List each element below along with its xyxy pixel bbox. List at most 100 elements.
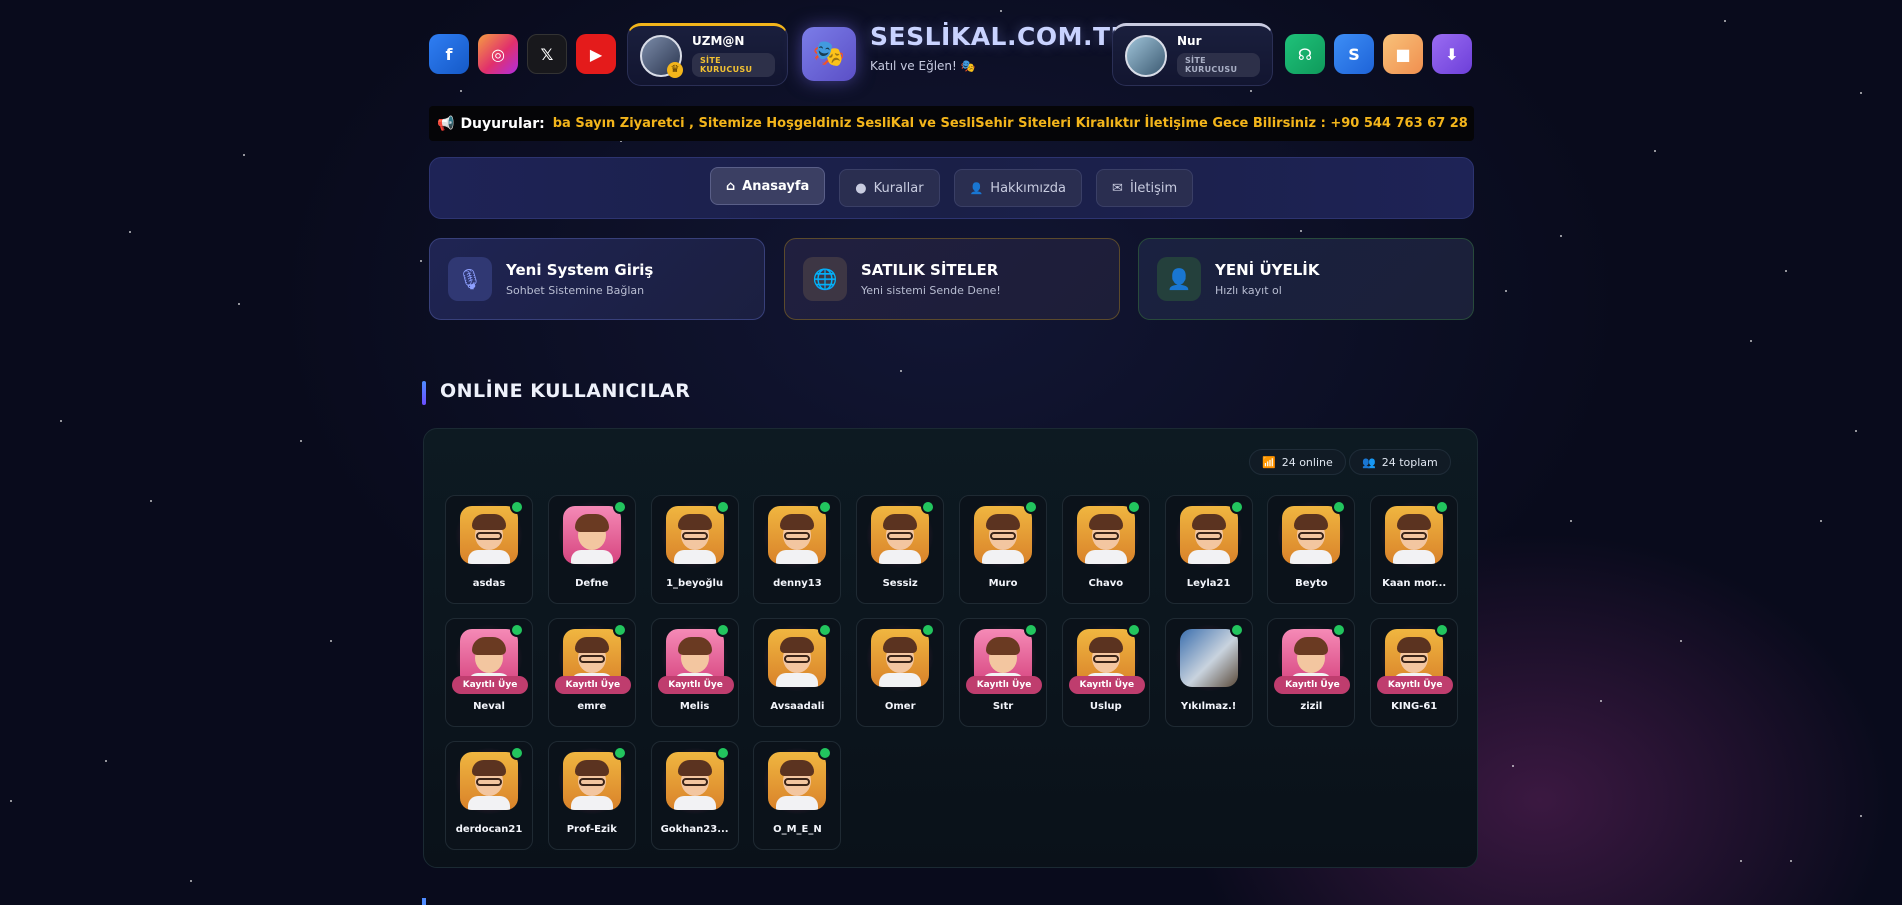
facebook-icon[interactable]: f — [429, 34, 469, 74]
role-badge: SİTE KURUCUSU — [692, 53, 775, 77]
username: derdocan21 — [455, 824, 523, 835]
online-status-dot — [1126, 500, 1141, 514]
tab-anasayfa[interactable]: ⌂ Anasayfa — [709, 167, 826, 205]
star — [60, 420, 62, 422]
headset-icon[interactable]: ☊ — [1285, 34, 1325, 74]
user-tile[interactable]: Yıkılmaz.! — [1164, 618, 1253, 727]
admin-card-nur[interactable]: Nur SİTE KURUCUSU — [1112, 23, 1273, 86]
user-tile[interactable]: Muro — [959, 495, 1047, 604]
card-title: YENİ ÜYELİK — [1215, 261, 1320, 279]
registered-badge: Kayıtlı Üye — [966, 676, 1042, 694]
username: Avsaadali — [770, 701, 825, 712]
user-icon: 👤 — [969, 181, 984, 195]
user-tile[interactable]: Kayıtlı Üye Sıtr — [959, 618, 1047, 727]
globe-icon: 🌐 — [803, 257, 847, 301]
tab-iletisim[interactable]: ✉ İletişim — [1096, 169, 1194, 207]
next-section-accent — [422, 898, 426, 905]
site-subtitle: Katıl ve Eğlen! 🎭 — [870, 59, 976, 73]
admin-name: UZM@N — [692, 34, 745, 48]
user-tile[interactable]: Kayıtlı Üye Uslup — [1061, 618, 1150, 727]
avatar: ♛ — [640, 34, 683, 78]
online-status-dot — [612, 500, 627, 514]
user-tile[interactable]: Gokhan23... — [650, 741, 739, 850]
card-new-membership[interactable]: 👤 YENİ ÜYELİK Hızlı kayıt ol — [1138, 238, 1474, 320]
microphone-icon: 🎙 — [448, 257, 492, 301]
total-count: 24 toplam — [1381, 455, 1438, 469]
tab-kurallar[interactable]: ● Kurallar — [839, 169, 940, 207]
main-nav: ⌂ Anasayfa ● Kurallar 👤 Hakkımızda ✉ İletişi… — [429, 157, 1474, 219]
avatar — [562, 506, 621, 564]
info-icon: ● — [855, 180, 867, 196]
user-tile[interactable]: Kayıtlı Üye KING-61 — [1370, 618, 1459, 727]
youtube-icon[interactable]: ▶ — [576, 34, 616, 74]
card-subtitle: Yeni sistemi Sende Dene! — [861, 284, 1001, 297]
online-status-dot — [715, 746, 730, 760]
signal-icon: 📶 — [1262, 455, 1276, 469]
avatar — [768, 506, 827, 564]
download-icon[interactable]: ⬇ — [1432, 34, 1472, 74]
star — [238, 303, 240, 305]
user-tile[interactable]: 1_beyoğlu — [650, 495, 739, 604]
online-status-dot — [1024, 500, 1038, 514]
announcement-bar: 📢 Duyurular: ba Sayın Ziyaretci , Sitemi… — [429, 106, 1474, 141]
user-tile[interactable]: Ömer — [856, 618, 945, 727]
user-tile[interactable]: Kayıtlı Üye Melis — [650, 618, 739, 727]
avatar-wrapper — [659, 500, 730, 568]
online-status-dot — [1024, 623, 1038, 637]
registered-badge: Kayıtlı Üye — [1068, 676, 1145, 694]
user-tile[interactable]: asdas — [445, 495, 533, 604]
user-tile[interactable]: Avsaadali — [753, 618, 842, 727]
tab-hakkimizda[interactable]: 👤 Hakkımızda — [953, 169, 1083, 207]
announcement-text: ba Sayın Ziyaretci , Sitemize Hoşgeldini… — [552, 116, 1468, 131]
star — [300, 440, 302, 442]
star — [460, 90, 462, 92]
announcement-label: Duyurular: — [460, 115, 545, 132]
user-tile[interactable]: Beyto — [1267, 495, 1356, 604]
avatar — [1125, 34, 1167, 77]
admin-card-uzman[interactable]: ♛ UZM@N SİTE KURUCUSU — [627, 23, 788, 86]
avatar-wrapper — [968, 500, 1038, 568]
avatar — [974, 506, 1032, 564]
username: O_M_E_N — [773, 824, 822, 835]
username: Uslup — [1089, 701, 1122, 712]
user-tile[interactable]: Defne — [547, 495, 636, 604]
user-tile[interactable]: derdocan21 — [445, 741, 533, 850]
total-count-badge: 👥 24 toplam — [1349, 449, 1451, 475]
username: Melis — [679, 701, 710, 712]
instagram-icon[interactable]: ◎ — [478, 34, 518, 74]
star — [420, 260, 422, 262]
star — [900, 370, 902, 372]
skype-icon[interactable]: S — [1334, 34, 1374, 74]
x-icon[interactable]: 𝕏 — [527, 34, 567, 74]
avatar-wrapper — [1173, 500, 1244, 568]
home-icon: ⌂ — [725, 178, 736, 194]
avatar-wrapper — [762, 746, 833, 814]
star — [1512, 765, 1514, 767]
username: Ömer — [884, 701, 916, 712]
admin-name: Nur — [1177, 34, 1202, 48]
user-tile[interactable]: Prof-Ezik — [547, 741, 636, 850]
star — [1820, 520, 1822, 522]
video-icon[interactable]: ■ — [1383, 34, 1423, 74]
user-tile[interactable]: Kayıtlı Üye Neval — [445, 618, 533, 727]
star — [1570, 520, 1572, 522]
user-tile[interactable]: Chavo — [1061, 495, 1150, 604]
section-accent-bar — [422, 381, 426, 405]
online-status-dot — [1332, 500, 1347, 514]
card-system-login[interactable]: 🎙 Yeni System Giriş Sohbet Sistemine Bağl… — [429, 238, 765, 320]
username: Yıkılmaz.! — [1180, 701, 1237, 712]
mail-icon: ✉ — [1112, 180, 1123, 196]
user-tile[interactable]: Kaan mor... — [1370, 495, 1459, 604]
avatar — [1179, 629, 1238, 687]
user-tile[interactable]: Kayıtlı Üye zizil — [1267, 618, 1356, 727]
user-tile[interactable]: O_M_E_N — [753, 741, 842, 850]
online-users-panel: 📶 24 online 👥 24 toplam asdas Defne 1_beyoğl… — [423, 428, 1478, 868]
user-tile[interactable]: denny13 — [753, 495, 842, 604]
user-tile[interactable]: Sessiz — [856, 495, 945, 604]
user-tile[interactable]: Leyla21 — [1164, 495, 1253, 604]
star — [1750, 340, 1752, 342]
site-title[interactable]: SESLİKAL.COM.TR — [870, 22, 1130, 51]
online-status-dot — [1229, 623, 1244, 637]
user-tile[interactable]: Kayıtlı Üye emre — [547, 618, 636, 727]
card-sites-for-sale[interactable]: 🌐 SATILIK SİTELER Yeni sistemi Sende Dene… — [784, 238, 1120, 320]
